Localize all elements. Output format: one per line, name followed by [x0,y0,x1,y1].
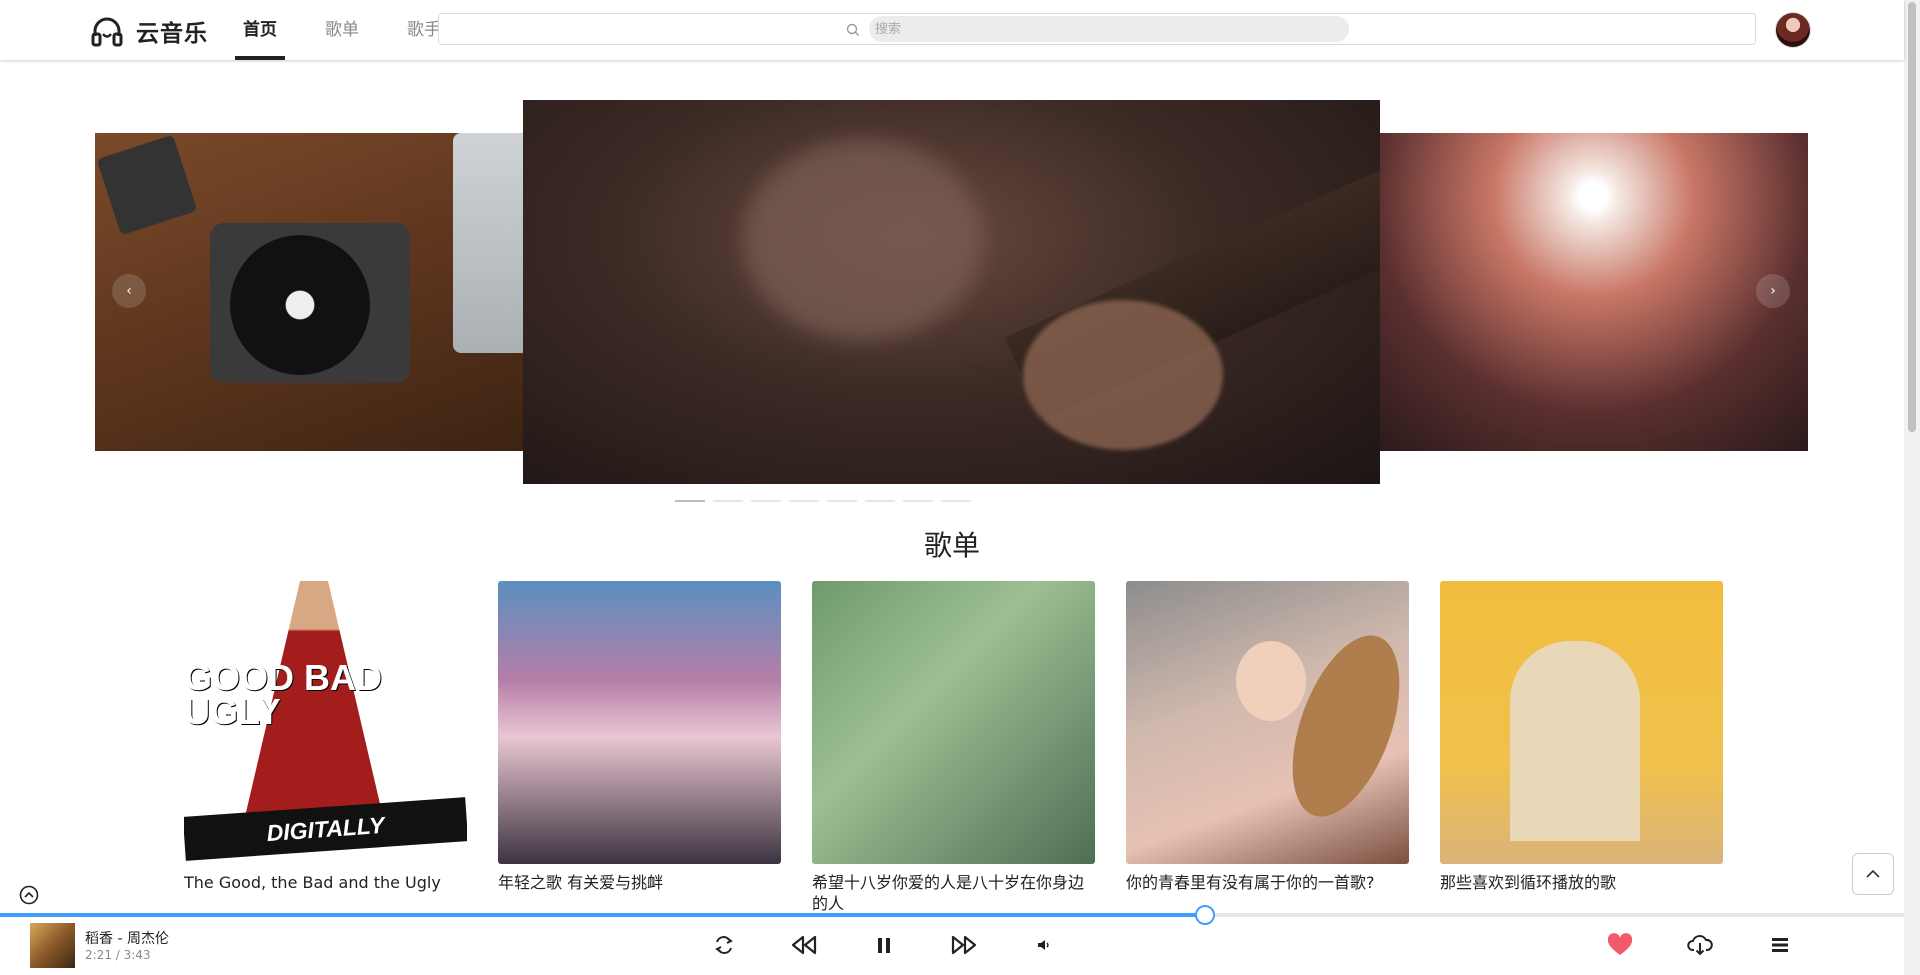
scrollbar-thumb[interactable] [1908,2,1916,432]
loop-icon [715,936,733,954]
poster-title: GOOD BAD UGLY [184,657,382,732]
logo[interactable]: 云音乐 [90,14,208,48]
search-icon [846,23,859,36]
banner-carousel: ‹ › [0,60,1904,510]
carousel-indicator[interactable] [713,500,743,502]
song-cover[interactable] [30,923,75,968]
app-name: 云音乐 [136,21,208,47]
playlist-title: 你的青春里有没有属于你的一首歌? [1126,873,1375,892]
record-image [230,235,370,375]
volume-button[interactable] [1030,931,1058,959]
laptop-image [453,133,523,353]
song-time: 2:21 / 3:43 [85,948,151,962]
playlist-title: 年轻之歌 有关爱与挑衅 [498,873,664,892]
playlist-card[interactable]: 希望十八岁你爱的人是八十岁在你身边的人 [812,581,1095,914]
carousel-indicators [675,500,971,502]
chevron-right-icon[interactable]: › [1756,274,1790,308]
rewind-icon [791,935,817,955]
playlist-title: The Good, the Bad and the Ugly [184,873,441,892]
circle-chevron-up-icon[interactable] [19,885,39,905]
playlist-title: 那些喜欢到循环播放的歌 [1440,873,1617,892]
carousel-indicator[interactable] [789,500,819,502]
progress-fill [0,913,1206,917]
playlist-button[interactable] [1766,931,1794,959]
pause-icon [878,938,890,953]
section-title: 歌单 [923,529,980,562]
fast-forward-icon [951,935,977,955]
song-title: 稻香 - 周杰伦 [85,931,169,947]
playlist-cover: GOOD BAD UGLY DIGITALLY REMASTERED [184,581,467,864]
user-avatar[interactable] [1775,12,1811,48]
girl-image [1510,641,1640,841]
girl-face-image [1236,641,1306,721]
carousel-indicator[interactable] [675,500,705,502]
playlist-grid: GOOD BAD UGLY DIGITALLY REMASTERED The G… [184,581,1723,914]
playlist-title: 希望十八岁你爱的人是八十岁在你身边的人 [812,873,1085,913]
playlist-card[interactable]: 年轻之歌 有关爱与挑衅 [498,581,781,914]
list-icon [1772,938,1788,952]
playlist-card[interactable]: 你的青春里有没有属于你的一首歌? [1126,581,1409,914]
nav-playlists[interactable]: 歌单 [317,0,367,60]
chevron-left-icon[interactable]: ‹ [112,274,146,308]
carousel-slide-prev[interactable] [95,133,523,451]
cloud-download-icon [1687,935,1713,956]
carousel-indicator[interactable] [865,500,895,502]
blurred-hand-image [743,140,983,340]
carousel-indicator[interactable] [903,500,933,502]
search-input[interactable] [869,16,1349,42]
page-scrollbar[interactable] [1904,0,1920,975]
back-to-top-button[interactable] [1852,853,1894,895]
nav-home[interactable]: 首页 [235,0,285,60]
search-box[interactable] [438,13,1756,45]
playlist-cover [1126,581,1409,864]
progress-bar[interactable] [0,905,1904,925]
chevron-up-icon [1866,869,1880,878]
speaker-image [96,134,198,236]
progress-handle[interactable] [1195,905,1216,925]
download-button[interactable] [1686,931,1714,959]
carousel-slide-next[interactable] [1378,133,1808,451]
playlist-card[interactable]: GOOD BAD UGLY DIGITALLY REMASTERED The G… [184,581,467,914]
carousel-indicator[interactable] [751,500,781,502]
previous-button[interactable] [790,931,818,959]
pause-button[interactable] [870,931,898,959]
next-button[interactable] [950,931,978,959]
headphones-icon [91,17,123,47]
player-bar: 稻香 - 周杰伦 2:21 / 3:43 [0,905,1904,975]
playlist-card[interactable]: 那些喜欢到循环播放的歌 [1440,581,1723,914]
like-button[interactable] [1606,931,1634,959]
top-header: 云音乐 首页 歌单 歌手 [0,0,1904,60]
playlist-cover [812,581,1095,864]
playlist-cover [1440,581,1723,864]
poster-banner: DIGITALLY REMASTERED [184,797,467,864]
carousel-indicator[interactable] [941,500,971,502]
loop-button[interactable] [710,931,738,959]
turntable-image [210,223,410,383]
carousel-slide-active[interactable] [523,100,1380,484]
fretting-hand-image [1023,300,1223,450]
playlist-cover [498,581,781,864]
carousel-indicator[interactable] [827,500,857,502]
volume-icon [1038,940,1049,950]
heart-icon [1607,933,1633,955]
